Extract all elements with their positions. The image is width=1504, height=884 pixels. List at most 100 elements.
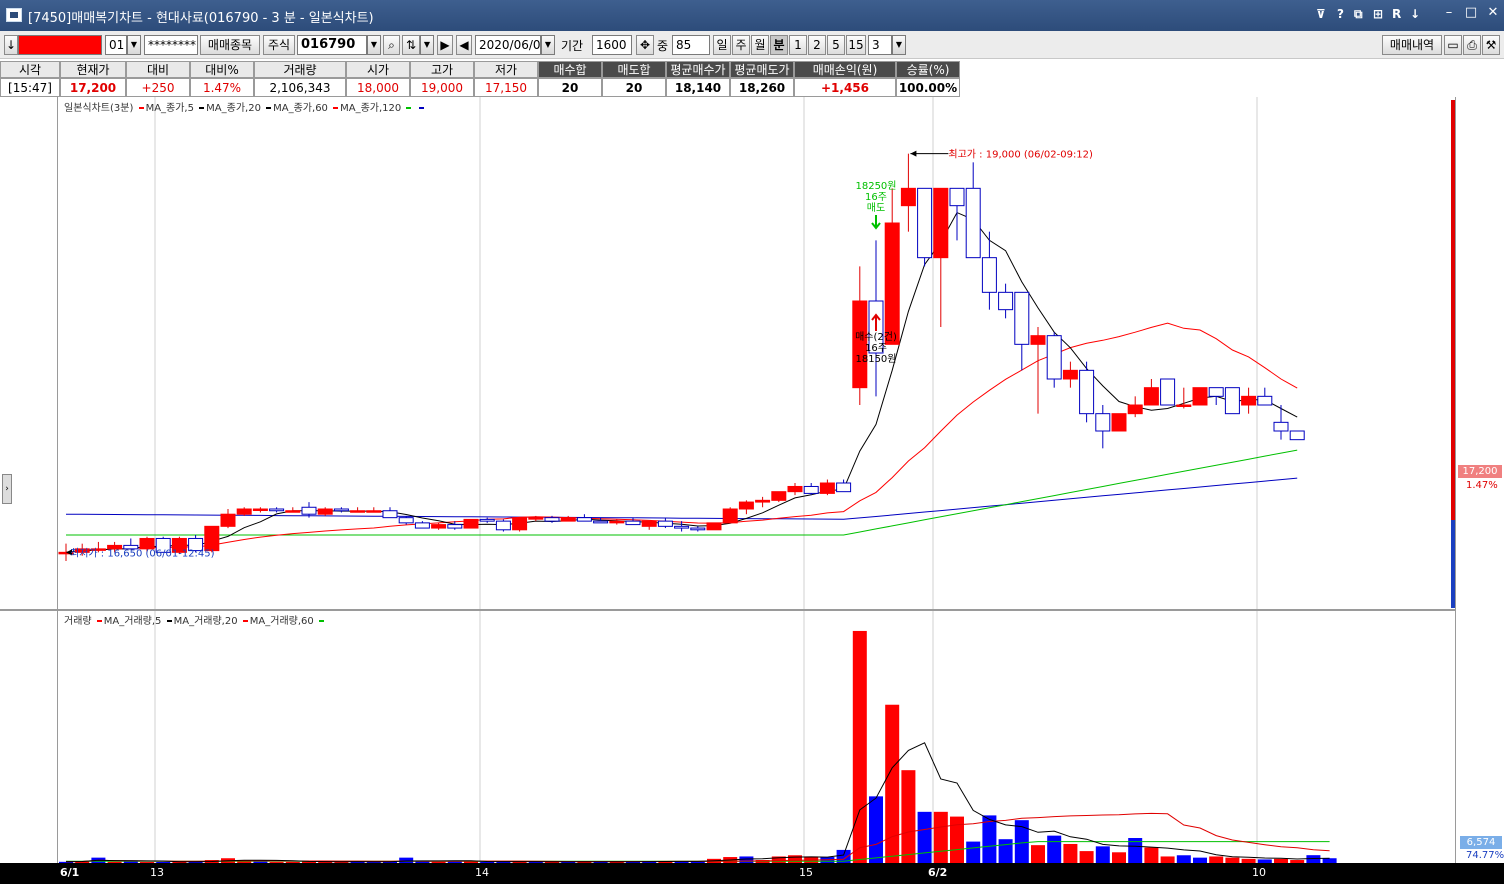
chevron-down-icon[interactable]: ▼ bbox=[892, 35, 906, 55]
chevron-down-icon[interactable]: ▼ bbox=[127, 35, 141, 55]
grid-icon[interactable]: ⊞ bbox=[1373, 7, 1383, 21]
candle-body bbox=[836, 482, 852, 493]
x-label: 13 bbox=[150, 866, 164, 879]
close-button[interactable]: ✕ bbox=[1482, 4, 1504, 22]
stock-code-input[interactable]: 016790 bbox=[297, 35, 367, 55]
volume-legend-title: 거래량 bbox=[64, 616, 92, 627]
account-number-field[interactable] bbox=[18, 35, 102, 55]
candle-body bbox=[333, 508, 349, 512]
candle-body bbox=[382, 510, 398, 519]
candle-body bbox=[269, 508, 285, 512]
minute-select[interactable]: 3 bbox=[868, 35, 892, 55]
candle-body bbox=[479, 518, 495, 522]
candle-body bbox=[690, 527, 706, 531]
candle-body bbox=[738, 501, 754, 510]
search-icon[interactable]: ⌕ bbox=[383, 35, 400, 55]
expand-side-panel-button[interactable]: › bbox=[2, 474, 12, 504]
market-select[interactable]: 주식 bbox=[263, 35, 295, 55]
legend-ma60: MA_종가,60 bbox=[273, 103, 328, 114]
password-field[interactable]: ******** bbox=[144, 35, 198, 55]
candle-body bbox=[900, 187, 916, 207]
play-next-icon[interactable]: ▶ bbox=[437, 35, 453, 55]
candle-body bbox=[917, 187, 933, 259]
price-chart[interactable]: 최고가 : 19,000 (06/02-09:12) 최저가 : 16,650 (… bbox=[58, 97, 1455, 609]
sell-annotation: 매도 bbox=[867, 202, 885, 214]
candle-body bbox=[301, 506, 317, 515]
sell-arrow-icon bbox=[871, 215, 881, 230]
tab-1min[interactable]: 1 bbox=[789, 35, 807, 55]
tab-week[interactable]: 주 bbox=[732, 35, 750, 55]
candle-body bbox=[1176, 404, 1192, 407]
window-link-icon[interactable]: ⧉ bbox=[1354, 7, 1363, 22]
middle-input[interactable]: 85 bbox=[672, 35, 710, 55]
help-icon[interactable]: ? bbox=[1337, 7, 1344, 21]
candle-body bbox=[366, 510, 382, 513]
quote-value: 20 bbox=[538, 78, 602, 97]
price-position-bar-down bbox=[1451, 520, 1455, 608]
candle-body bbox=[755, 499, 771, 503]
trade-history-button[interactable]: 매매내역 bbox=[1382, 35, 1442, 55]
quote-value: 20 bbox=[602, 78, 666, 97]
tab-15min[interactable]: 15 bbox=[846, 35, 866, 55]
volume-bar bbox=[933, 811, 948, 863]
middle-label: 중 bbox=[657, 39, 669, 53]
app-icon[interactable] bbox=[6, 8, 22, 22]
quote-header: 매도합 bbox=[602, 61, 666, 78]
candle-body bbox=[771, 491, 787, 501]
folder-icon[interactable]: ▭ bbox=[1444, 35, 1462, 55]
expand-icon[interactable]: ✥ bbox=[636, 35, 654, 55]
tab-minute[interactable]: 분 bbox=[770, 35, 788, 55]
candle-body bbox=[495, 520, 511, 531]
tab-2min[interactable]: 2 bbox=[808, 35, 826, 55]
quote-value: 17,200 bbox=[60, 78, 126, 97]
date-input[interactable]: 2020/06/02 bbox=[475, 35, 541, 55]
toolbar: ↓ 01 ▼ ******** 매매종목 주식 016790 ▼ ⌕ ⇅ ▼ ▶… bbox=[0, 31, 1504, 59]
trade-items-button[interactable]: 매매종목 bbox=[200, 35, 260, 55]
candle-body bbox=[1208, 387, 1224, 397]
candle-body bbox=[593, 520, 609, 524]
maximize-button[interactable]: □ bbox=[1460, 4, 1482, 22]
price-legend-title: 일본식차트(3분) bbox=[64, 103, 134, 114]
tab-5min[interactable]: 5 bbox=[827, 35, 845, 55]
legend-ma120: MA_종가,120 bbox=[340, 103, 402, 114]
tab-month[interactable]: 월 bbox=[751, 35, 769, 55]
account-sub-select[interactable]: 01 bbox=[105, 35, 127, 55]
wrench-icon[interactable]: ⚒ bbox=[1482, 35, 1500, 55]
volume-bar bbox=[1112, 852, 1126, 863]
minimize-button[interactable]: – bbox=[1438, 4, 1460, 22]
refresh-r-icon[interactable]: R bbox=[1392, 7, 1401, 21]
play-prev-icon[interactable]: ◀ bbox=[456, 35, 472, 55]
current-price-tag: 17,200 bbox=[1458, 465, 1502, 478]
legend-ma5: MA_종가,5 bbox=[145, 103, 194, 114]
quote-table: 시각 [15:47] 현재가 17,200 대비 +250 대비% 1.47% 거래량 2,106… bbox=[0, 61, 960, 97]
volume-bar bbox=[901, 770, 916, 863]
volume-pct-tag: 74.77% bbox=[1466, 850, 1504, 861]
period-input[interactable]: 1600 bbox=[592, 35, 632, 55]
candle-body bbox=[1273, 421, 1289, 432]
candle-body bbox=[463, 518, 479, 529]
print-icon[interactable]: ⎙ bbox=[1463, 35, 1481, 55]
x-label: 6/1 bbox=[60, 866, 80, 879]
quote-value: 2,106,343 bbox=[254, 78, 346, 97]
candle-body bbox=[625, 520, 641, 526]
volume-chart[interactable] bbox=[58, 611, 1455, 863]
candle-body bbox=[1160, 378, 1176, 406]
arrow-down-icon[interactable]: ↓ bbox=[1410, 7, 1420, 21]
candle-body bbox=[220, 513, 236, 527]
quote-value: 100.00% bbox=[896, 78, 960, 97]
candle-body bbox=[998, 291, 1014, 311]
tab-day[interactable]: 일 bbox=[713, 35, 731, 55]
sort-icon[interactable]: ⇅ bbox=[402, 35, 420, 55]
low-annotation: 최저가 : 16,650 (06/01-12:45) bbox=[70, 547, 215, 559]
candle-body bbox=[1127, 404, 1143, 415]
chevron-down-icon[interactable]: ▼ bbox=[367, 35, 381, 55]
dropdown-icon[interactable]: ⊽ bbox=[1316, 7, 1326, 21]
chevron-down-icon[interactable]: ▼ bbox=[420, 35, 434, 55]
high-annotation: 최고가 : 19,000 (06/02-09:12) bbox=[948, 149, 1093, 161]
legend-vma5: MA_거래량,5 bbox=[103, 616, 162, 627]
ma5-line bbox=[65, 211, 1298, 553]
chevron-down-icon[interactable]: ▼ bbox=[541, 35, 555, 55]
arrow-down-icon[interactable]: ↓ bbox=[4, 35, 18, 55]
candle-body bbox=[560, 517, 576, 522]
volume-bar bbox=[1047, 835, 1062, 863]
